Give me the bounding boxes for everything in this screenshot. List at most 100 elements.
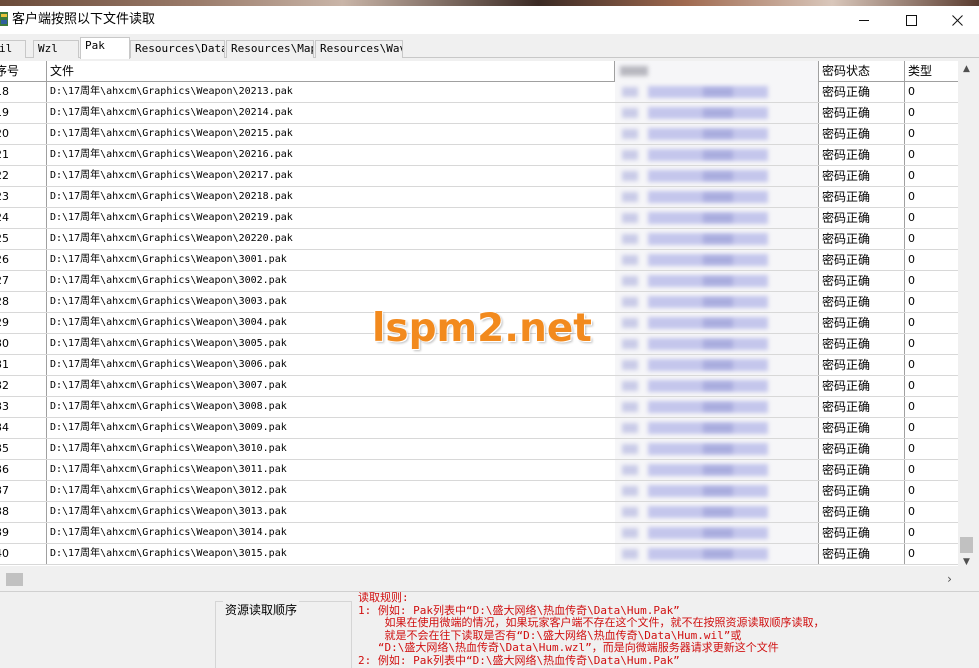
row-redacted [615,397,819,417]
redacted-block [703,424,733,432]
table-row[interactable]: 24D:\17周年\ahxcm\Graphics\Weapon\20219.pa… [0,208,958,229]
row-redacted [615,208,819,228]
tab-resources-wav[interactable]: Resources\Wav [315,40,403,58]
table-row[interactable]: 34D:\17周年\ahxcm\Graphics\Weapon\3009.pak… [0,418,958,439]
row-type: 0 [908,484,915,497]
row-index: 28 [0,292,47,312]
table-row[interactable]: 36D:\17周年\ahxcm\Graphics\Weapon\3011.pak… [0,460,958,481]
row-file-path: D:\17周年\ahxcm\Graphics\Weapon\20215.pak [50,128,293,139]
redacted-block [622,486,638,496]
row-file-path: D:\17周年\ahxcm\Graphics\Weapon\3014.pak [50,527,287,538]
tab-wil[interactable]: il [0,40,26,58]
row-redacted [615,187,819,207]
column-header-redacted[interactable] [615,61,819,82]
row-type: 0 [908,421,915,434]
close-button[interactable] [934,6,979,34]
row-file-path: D:\17周年\ahxcm\Graphics\Weapon\3007.pak [50,380,287,391]
row-file-path: D:\17周年\ahxcm\Graphics\Weapon\20217.pak [50,170,293,181]
table-row[interactable]: 35D:\17周年\ahxcm\Graphics\Weapon\3010.pak… [0,439,958,460]
vertical-scroll-thumb[interactable] [960,537,973,553]
row-index: 30 [0,334,47,354]
row-type: 0 [908,106,915,119]
column-header-file[interactable]: 文件 [47,61,615,82]
redacted-block [703,130,733,138]
title-bar: 客户端按照以下文件读取 [0,6,979,34]
redacted-block [703,319,733,327]
redacted-block [622,549,638,559]
row-password-status: 密码正确 [819,544,905,564]
table-row[interactable]: 19D:\17周年\ahxcm\Graphics\Weapon\20214.pa… [0,103,958,124]
horizontal-scrollbar[interactable]: › [0,571,958,588]
redacted-block [703,88,733,96]
row-file-path: D:\17周年\ahxcm\Graphics\Weapon\20216.pak [50,149,293,160]
minimize-icon [858,19,869,21]
row-file-path: D:\17周年\ahxcm\Graphics\Weapon\20220.pak [50,233,293,244]
table-row[interactable]: 33D:\17周年\ahxcm\Graphics\Weapon\3008.pak… [0,397,958,418]
row-type: 0 [908,127,915,140]
row-file-path: D:\17周年\ahxcm\Graphics\Weapon\3006.pak [50,359,287,370]
table-row[interactable]: 39D:\17周年\ahxcm\Graphics\Weapon\3014.pak… [0,523,958,544]
vertical-scrollbar[interactable]: ▲ ▼ [958,61,975,571]
table-row[interactable]: 25D:\17周年\ahxcm\Graphics\Weapon\20220.pa… [0,229,958,250]
row-type: 0 [908,316,915,329]
row-type: 0 [908,505,915,518]
tab-pak[interactable]: Pak [80,37,130,59]
table-row[interactable]: 40D:\17周年\ahxcm\Graphics\Weapon\3015.pak… [0,544,958,565]
table-row[interactable]: 20D:\17周年\ahxcm\Graphics\Weapon\20215.pa… [0,124,958,145]
horizontal-scroll-thumb[interactable] [6,573,23,586]
table-row[interactable]: 18D:\17周年\ahxcm\Graphics\Weapon\20213.pa… [0,82,958,103]
table-row[interactable]: 31D:\17周年\ahxcm\Graphics\Weapon\3006.pak… [0,355,958,376]
table-row[interactable]: 21D:\17周年\ahxcm\Graphics\Weapon\20216.pa… [0,145,958,166]
column-header-password-status[interactable]: 密码状态 [819,61,905,82]
row-index: 34 [0,418,47,438]
row-password-status: 密码正确 [819,523,905,543]
row-type: 0 [908,442,915,455]
table-row[interactable]: 23D:\17周年\ahxcm\Graphics\Weapon\20218.pa… [0,187,958,208]
tab-wzl[interactable]: Wzl [33,40,79,58]
redacted-block [703,361,733,369]
row-redacted [615,355,819,375]
row-redacted [615,523,819,543]
redacted-block [622,171,638,181]
redacted-block [703,445,733,453]
redacted-block [703,172,733,180]
row-type: 0 [908,400,915,413]
row-type: 0 [908,526,915,539]
redacted-block [622,507,638,517]
redacted-block [622,213,638,223]
redacted-block [622,150,638,160]
redacted-block [703,508,733,516]
row-redacted [615,481,819,501]
scroll-up-icon[interactable]: ▲ [958,61,975,78]
row-index: 32 [0,376,47,396]
row-type: 0 [908,379,915,392]
watermark-text: lspm2.net [372,306,592,351]
table-row[interactable]: 32D:\17周年\ahxcm\Graphics\Weapon\3007.pak… [0,376,958,397]
row-password-status: 密码正确 [819,208,905,228]
column-header-type[interactable]: 类型 [905,61,958,82]
minimize-button[interactable] [841,6,887,34]
maximize-button[interactable] [888,6,934,34]
redacted-block [622,381,638,391]
scroll-right-icon[interactable]: › [941,571,958,588]
tab-resources-data[interactable]: Resources\Data [130,40,225,58]
row-index: 38 [0,502,47,522]
row-type: 0 [908,211,915,224]
row-type: 0 [908,253,915,266]
column-header-index[interactable]: 序号 [0,61,47,82]
row-password-status: 密码正确 [819,334,905,354]
redacted-block [622,339,638,349]
row-index: 24 [0,208,47,228]
table-row[interactable]: 26D:\17周年\ahxcm\Graphics\Weapon\3001.pak… [0,250,958,271]
row-password-status: 密码正确 [819,313,905,333]
scroll-down-icon[interactable]: ▼ [958,554,975,571]
table-row[interactable]: 38D:\17周年\ahxcm\Graphics\Weapon\3013.pak… [0,502,958,523]
tab-resources-map[interactable]: Resources\Map [226,40,314,58]
redacted-block [622,465,638,475]
table-row[interactable]: 37D:\17周年\ahxcm\Graphics\Weapon\3012.pak… [0,481,958,502]
row-redacted [615,439,819,459]
window-title: 客户端按照以下文件读取 [12,12,156,27]
table-row[interactable]: 27D:\17周年\ahxcm\Graphics\Weapon\3002.pak… [0,271,958,292]
table-row[interactable]: 22D:\17周年\ahxcm\Graphics\Weapon\20217.pa… [0,166,958,187]
row-file-path: D:\17周年\ahxcm\Graphics\Weapon\20213.pak [50,86,293,97]
